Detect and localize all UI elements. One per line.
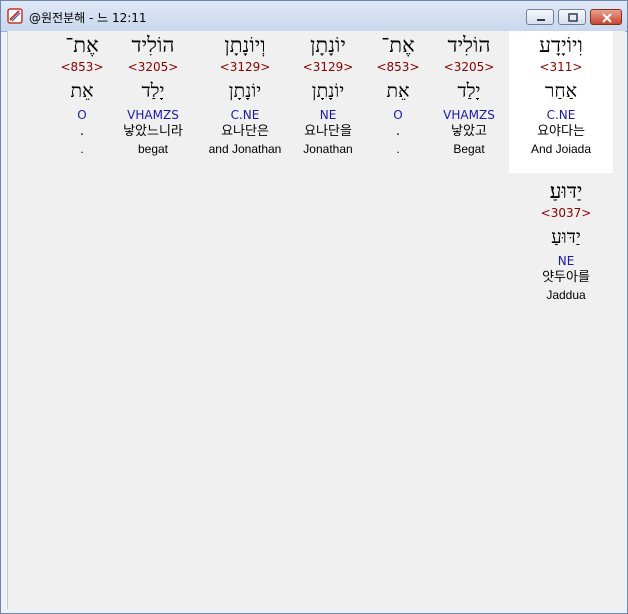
english-gloss: Begat: [453, 142, 485, 156]
word-column-2[interactable]: הוֹלִיד <3205> יָלַד VHAMZS 낳았고 Begat: [429, 31, 509, 173]
hebrew-root: יָלַד: [457, 80, 481, 102]
window-title: @원전분해 - 느 12:11: [29, 11, 147, 25]
english-gloss: .: [80, 142, 84, 156]
grammar-code: O: [77, 108, 87, 122]
strong-number[interactable]: <311>: [509, 59, 613, 75]
strong-number[interactable]: <3129>: [293, 59, 363, 75]
word-column-8[interactable]: יַדּוּעַ׃ <3037> יַדּוּעַ NE 얏두아를 Jaddua: [519, 177, 613, 319]
hebrew-root: יוֹנָתָן: [311, 80, 345, 102]
minimize-button[interactable]: [526, 9, 554, 25]
hebrew-root: אֵת: [386, 80, 410, 102]
hebrew-word: יוֹנָתָן: [310, 33, 346, 57]
close-button[interactable]: [590, 9, 622, 25]
korean-gloss: 낳았고: [451, 124, 487, 139]
word-column-5[interactable]: וְיוֹנָתָן <3129> יוֹנָתָן C.NE 요나단은 and…: [201, 31, 289, 173]
word-column-3[interactable]: אֶת־ <853> אֵת O . .: [369, 31, 427, 173]
hebrew-word: אֶת־: [381, 33, 415, 57]
english-gloss: Jonathan: [303, 142, 353, 156]
word-column-7[interactable]: אֶת־ <853> אֵת O . .: [53, 31, 111, 173]
word-column-4[interactable]: יוֹנָתָן <3129> יוֹנָתָן NE 요나단을 Jonatha…: [293, 31, 363, 173]
hebrew-root: יָלַד: [141, 80, 165, 102]
grammar-code: C.NE: [230, 108, 260, 122]
strong-number[interactable]: <853>: [53, 59, 111, 75]
korean-gloss: 얏두아를: [542, 270, 590, 285]
hebrew-word: אֶת־: [65, 33, 99, 57]
grammar-code: VHAMZS: [127, 108, 179, 122]
word-column-6[interactable]: הוֹלִיד <3205> יָלַד VHAMZS 낳았느니라 begat: [113, 31, 193, 173]
grammar-code: NE: [557, 254, 575, 268]
grammar-code: O: [393, 108, 403, 122]
hebrew-root: אַחַר: [545, 80, 577, 102]
korean-gloss: 요나단은: [221, 124, 269, 139]
korean-gloss: .: [395, 124, 401, 139]
strong-number[interactable]: <3205>: [113, 59, 193, 75]
english-gloss: Jaddua: [546, 288, 586, 302]
grammar-code: NE: [319, 108, 337, 122]
hebrew-root: אֵת: [70, 80, 94, 102]
korean-gloss: 낳았느니라: [123, 124, 183, 139]
strong-number[interactable]: <3037>: [519, 205, 613, 221]
english-gloss: begat: [137, 142, 169, 156]
grammar-code: VHAMZS: [443, 108, 495, 122]
english-gloss: and Jonathan: [208, 142, 282, 156]
korean-gloss: 요야다는: [537, 124, 585, 139]
hebrew-root: יַדּוּעַ: [551, 226, 581, 248]
english-gloss: And Joiada: [530, 142, 592, 156]
hebrew-word: הוֹלִיד: [131, 33, 175, 57]
english-gloss: .: [396, 142, 400, 156]
korean-gloss: 요나단을: [304, 124, 352, 139]
korean-gloss: .: [79, 124, 85, 139]
strong-number[interactable]: <3129>: [201, 59, 289, 75]
app-logo-icon: [7, 8, 23, 24]
hebrew-root: יוֹנָתָן: [228, 80, 262, 102]
app-window: @원전분해 - 느 12:11 וִיוֹיָדָע <311> אַחַר C…: [0, 0, 628, 614]
verse-analysis-panel: וִיוֹיָדָע <311> אַחַר C.NE 요야다는 And Joi…: [7, 31, 625, 609]
hebrew-word: וִיוֹיָדָע: [539, 33, 583, 57]
hebrew-word: יַדּוּעַ׃: [549, 179, 583, 203]
maximize-button[interactable]: [558, 9, 586, 25]
word-column-1[interactable]: וִיוֹיָדָע <311> אַחַר C.NE 요야다는 And Joi…: [509, 31, 613, 173]
strong-number[interactable]: <853>: [369, 59, 427, 75]
hebrew-word: הוֹלִיד: [447, 33, 491, 57]
grammar-code: C.NE: [546, 108, 576, 122]
hebrew-word: וְיוֹנָתָן: [224, 33, 266, 57]
title-bar[interactable]: @원전분해 - 느 12:11: [1, 1, 627, 32]
strong-number[interactable]: <3205>: [429, 59, 509, 75]
